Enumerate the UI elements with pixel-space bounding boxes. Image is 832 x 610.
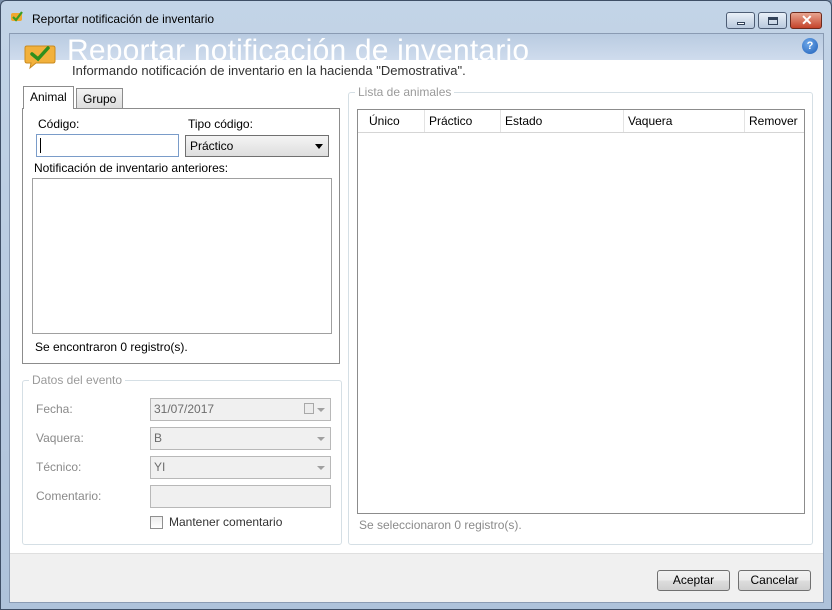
fecha-value: 31/07/2017 <box>154 402 215 416</box>
column-header-practico[interactable]: Práctico <box>425 110 501 132</box>
column-header-vaquera[interactable]: Vaquera <box>624 110 745 132</box>
chevron-down-icon <box>317 437 325 441</box>
tab-animal[interactable]: Animal <box>23 86 74 109</box>
page-subtitle: Informando notificación de inventario en… <box>72 63 466 78</box>
vaquera-value: B <box>154 431 163 445</box>
grid-header: Único Práctico Estado Vaquera Remover <box>358 110 804 133</box>
tab-grupo[interactable]: Grupo <box>76 88 124 109</box>
seleccionados-count: Se seleccionaron 0 registro(s). <box>359 518 522 532</box>
mantener-comentario-label: Mantener comentario <box>169 515 283 529</box>
title-bar[interactable]: Reportar notificación de inventario ✕ <box>1 1 831 33</box>
anteriores-list[interactable] <box>32 178 332 334</box>
help-icon[interactable]: ? <box>802 38 818 54</box>
text-caret <box>40 138 41 153</box>
animales-grid[interactable]: Único Práctico Estado Vaquera Remover <box>357 109 805 514</box>
registros-count: Se encontraron 0 registro(s). <box>35 340 188 354</box>
column-header-unico[interactable]: Único <box>358 110 425 132</box>
check-bubble-icon <box>11 11 23 22</box>
comentario-input[interactable] <box>150 485 331 508</box>
comentario-label: Comentario: <box>36 489 102 503</box>
calendar-icon <box>304 403 314 414</box>
datos-evento-group: Datos del evento Fecha: 31/07/2017 Vaque… <box>22 373 342 545</box>
window-title: Reportar notificación de inventario <box>32 12 215 26</box>
tipo-codigo-select[interactable]: Práctico <box>185 135 329 157</box>
datos-evento-title: Datos del evento <box>29 373 126 387</box>
tecnico-label: Técnico: <box>36 460 82 474</box>
fecha-picker[interactable]: 31/07/2017 <box>150 398 331 421</box>
column-header-remover[interactable]: Remover <box>745 110 804 132</box>
chevron-down-icon <box>317 408 325 412</box>
button-bar: Aceptar Cancelar <box>10 553 823 602</box>
tecnico-select[interactable]: YI <box>150 456 331 479</box>
column-header-estado[interactable]: Estado <box>501 110 624 132</box>
anteriores-label: Notificación de inventario anteriores: <box>34 161 229 175</box>
close-icon: ✕ <box>801 12 813 28</box>
minimize-icon <box>737 22 745 25</box>
animal-tab-panel: Código: Tipo código: Práctico Notificaci… <box>22 108 340 364</box>
dialog-client: Reportar notificación de inventario Info… <box>9 33 824 603</box>
vaquera-label: Vaquera: <box>36 431 84 445</box>
dialog-window: Reportar notificación de inventario ✕ Re… <box>0 0 832 610</box>
tecnico-value: YI <box>154 460 166 474</box>
maximize-icon <box>768 17 778 25</box>
tipo-codigo-value: Práctico <box>190 139 234 153</box>
mantener-comentario-checkbox[interactable] <box>150 516 163 529</box>
chevron-down-icon <box>317 466 325 470</box>
maximize-button[interactable] <box>758 12 787 29</box>
codigo-label: Código: <box>38 117 80 131</box>
chevron-down-icon <box>315 144 323 149</box>
minimize-button[interactable] <box>726 12 755 29</box>
lista-animales-title: Lista de animales <box>355 85 455 99</box>
fecha-label: Fecha: <box>36 402 73 416</box>
close-button[interactable]: ✕ <box>790 12 822 29</box>
aceptar-button[interactable]: Aceptar <box>657 570 730 591</box>
vaquera-select[interactable]: B <box>150 427 331 450</box>
check-bubble-icon <box>24 45 56 70</box>
cancelar-button[interactable]: Cancelar <box>738 570 811 591</box>
tipo-codigo-label: Tipo código: <box>188 117 253 131</box>
codigo-input[interactable] <box>36 134 179 157</box>
